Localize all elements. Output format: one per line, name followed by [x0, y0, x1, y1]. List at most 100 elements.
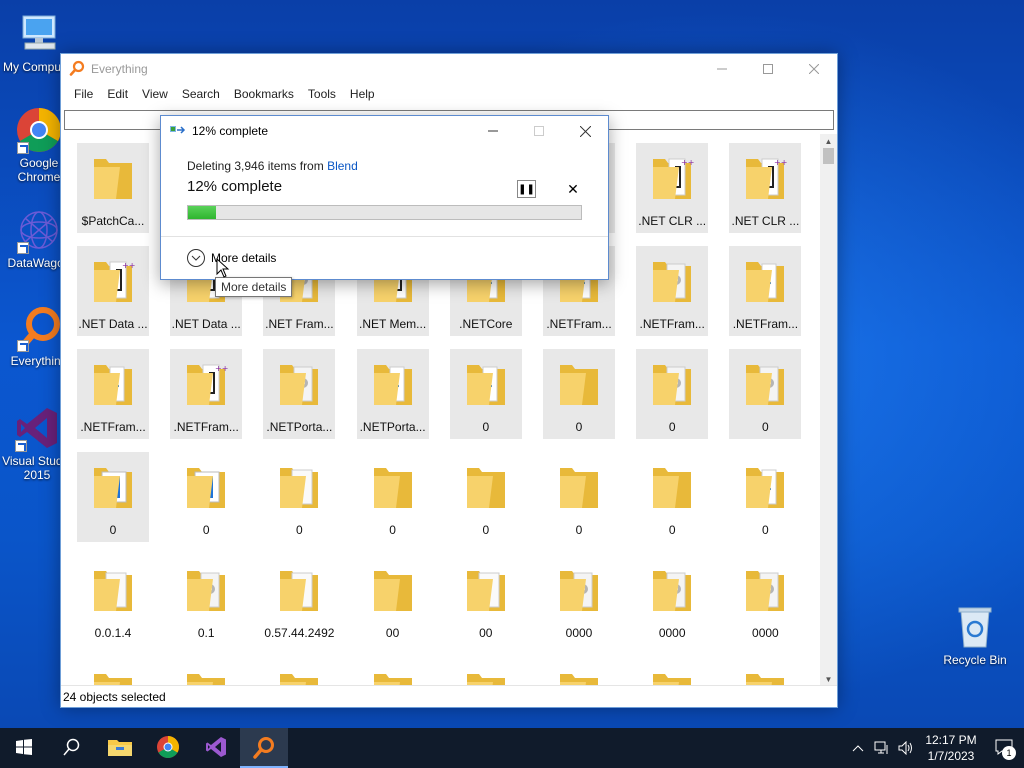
file-item-name: .NET CLR ... — [638, 214, 707, 228]
file-item[interactable]: 0 — [729, 349, 802, 439]
folder-icon — [649, 565, 695, 615]
visual-studio-icon — [204, 735, 228, 762]
more-details-toggle[interactable]: More details — [187, 249, 276, 267]
file-item[interactable] — [543, 658, 615, 686]
taskbar-visual-studio[interactable] — [192, 728, 240, 768]
dialog-title-bar[interactable]: 12% complete — [161, 116, 608, 146]
file-item[interactable] — [170, 658, 242, 686]
source-folder-link[interactable]: Blend — [327, 159, 358, 173]
file-item[interactable]: ++ .NETFram... — [170, 349, 243, 439]
file-item-name: 0 — [202, 523, 210, 537]
file-item-name: 0 — [668, 420, 676, 434]
file-item[interactable]: .NETPorta... — [263, 349, 336, 439]
file-item[interactable]: 0000 — [729, 555, 801, 645]
folder-icon — [463, 565, 509, 615]
scrollbar-thumb[interactable] — [823, 148, 834, 164]
vertical-scrollbar[interactable]: ▲ ▼ — [820, 134, 837, 686]
file-item-name: .NETFram... — [732, 317, 799, 331]
file-item[interactable]: 0 — [636, 452, 708, 542]
folder-icon — [463, 462, 509, 512]
file-item[interactable] — [636, 658, 708, 686]
file-item[interactable]: .NETFram... — [77, 349, 149, 439]
file-item-name: .NETFram... — [546, 317, 612, 331]
menu-bar: File Edit View Search Bookmarks Tools He… — [61, 84, 837, 104]
file-item[interactable]: ++ .NET CLR ... — [729, 143, 802, 233]
title-bar[interactable]: Everything — [61, 54, 837, 84]
maximize-button[interactable] — [745, 54, 791, 84]
file-item[interactable]: 0 — [263, 452, 335, 542]
file-item[interactable]: .NETFram... — [636, 246, 709, 336]
minimize-button[interactable] — [699, 54, 745, 84]
file-item[interactable]: .NETFram... — [729, 246, 802, 336]
file-item-name: 0 — [575, 523, 583, 537]
file-item[interactable]: 0 — [450, 452, 522, 542]
file-item[interactable] — [263, 658, 335, 686]
menu-edit[interactable]: Edit — [100, 87, 135, 101]
file-item[interactable] — [729, 658, 801, 686]
folder-icon — [742, 256, 788, 306]
scroll-down-icon[interactable]: ▼ — [820, 672, 837, 686]
folder-icon — [649, 668, 695, 686]
file-item-name: 00 — [479, 626, 493, 640]
file-item[interactable]: ++ .NET Data ... — [77, 246, 149, 336]
file-item[interactable]: 00 — [357, 555, 429, 645]
taskbar-file-explorer[interactable] — [96, 728, 144, 768]
file-item[interactable]: 0 — [357, 452, 429, 542]
menu-search[interactable]: Search — [175, 87, 227, 101]
file-item[interactable] — [450, 658, 522, 686]
desktop-icon-recycle-bin[interactable]: Recycle Bin — [938, 603, 1012, 667]
file-item-name: .NETPorta... — [266, 420, 333, 434]
file-item[interactable]: 0.0.1.4 — [77, 555, 149, 645]
file-item[interactable]: 0.57.44.2492 — [263, 555, 335, 645]
dialog-minimize-button[interactable] — [470, 116, 516, 146]
menu-bookmarks[interactable]: Bookmarks — [227, 87, 301, 101]
recycle-bin-icon — [951, 603, 999, 651]
svg-text:++: ++ — [681, 158, 694, 167]
file-item[interactable]: 0 — [543, 452, 615, 542]
network-icon[interactable] — [870, 728, 894, 768]
cancel-button[interactable]: ✕ — [565, 180, 581, 198]
file-item[interactable]: 00 — [450, 555, 522, 645]
action-center-button[interactable]: 1 — [984, 728, 1024, 768]
file-item[interactable]: .NETPorta... — [356, 349, 429, 439]
menu-help[interactable]: Help — [343, 87, 382, 101]
folder-icon — [276, 462, 322, 512]
file-item-name: .NET Data ... — [78, 317, 148, 331]
file-item[interactable]: 0 — [170, 452, 242, 542]
file-item[interactable] — [77, 658, 149, 686]
folder-icon — [649, 462, 695, 512]
dialog-divider — [161, 236, 608, 237]
start-button[interactable] — [0, 728, 48, 768]
scroll-up-icon[interactable]: ▲ — [820, 134, 837, 148]
taskbar-search-button[interactable] — [48, 728, 96, 768]
clock[interactable]: 12:17 PM 1/7/2023 — [918, 732, 984, 764]
file-item[interactable]: ++ .NET CLR ... — [636, 143, 709, 233]
file-item[interactable]: 0.1 — [170, 555, 242, 645]
folder-icon — [370, 565, 416, 615]
file-item[interactable]: 0 — [543, 349, 615, 439]
file-item[interactable]: 0000 — [636, 555, 708, 645]
close-button[interactable] — [791, 54, 837, 84]
file-item-name: 0 — [482, 523, 490, 537]
file-item[interactable]: $PatchCa... — [77, 143, 149, 233]
file-explorer-icon — [108, 737, 132, 760]
file-item[interactable]: 0 — [729, 452, 801, 542]
file-item[interactable]: 0 — [636, 349, 709, 439]
volume-icon[interactable] — [894, 728, 918, 768]
file-item[interactable]: 0 — [77, 452, 149, 542]
menu-view[interactable]: View — [135, 87, 175, 101]
everything-icon — [69, 60, 85, 79]
file-item-name: 0 — [482, 420, 490, 434]
dialog-close-button[interactable] — [562, 116, 608, 146]
chrome-icon — [156, 735, 180, 762]
tray-overflow-chevron-up-icon[interactable] — [846, 728, 870, 768]
file-item[interactable]: 0 — [449, 349, 522, 439]
menu-tools[interactable]: Tools — [301, 87, 343, 101]
taskbar-chrome[interactable] — [144, 728, 192, 768]
menu-file[interactable]: File — [67, 87, 100, 101]
taskbar-everything[interactable] — [240, 728, 288, 768]
file-item[interactable]: 0000 — [543, 555, 615, 645]
pause-button[interactable]: ❚❚ — [517, 180, 536, 198]
system-tray: 12:17 PM 1/7/2023 1 — [846, 728, 1024, 768]
file-item[interactable] — [357, 658, 429, 686]
